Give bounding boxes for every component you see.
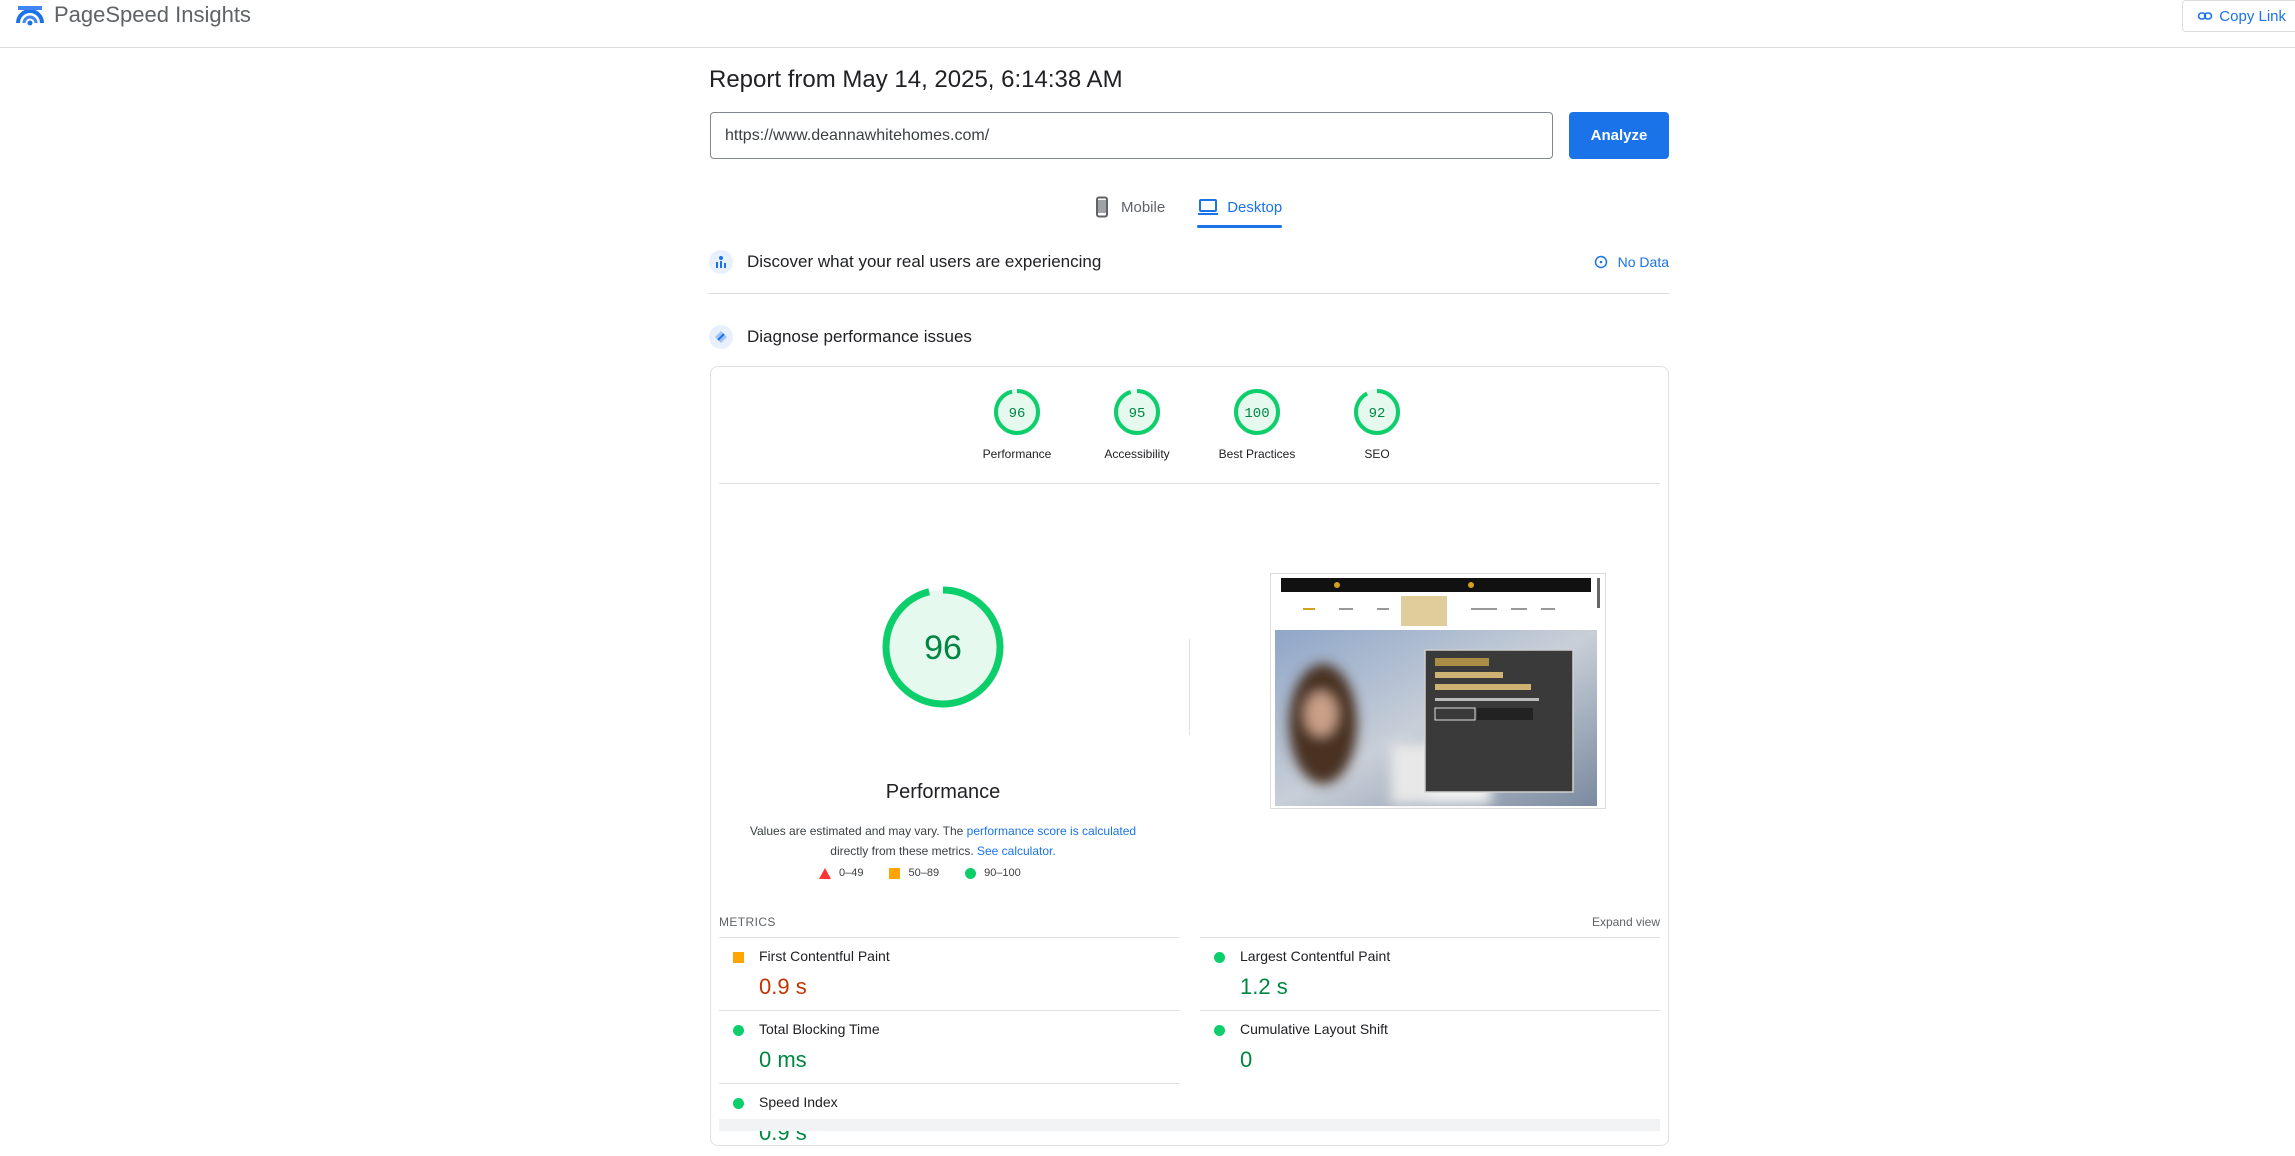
see-calculator-link[interactable]: See calculator. xyxy=(977,844,1056,858)
note-prefix: Values are estimated and may vary. The xyxy=(749,824,967,838)
metric-largest-contentful-paint[interactable]: Largest Contentful Paint 1.2 s xyxy=(1200,937,1660,1010)
metric-value: 0 xyxy=(1240,1047,1253,1072)
score-gauge-icon: 95 xyxy=(1114,389,1160,435)
tab-mobile-label: Mobile xyxy=(1121,198,1166,216)
performance-score-gauge-icon: 96 xyxy=(882,586,1004,708)
pass-circle-icon xyxy=(1214,952,1225,963)
gauge-best-practices[interactable]: 100 Best Practices xyxy=(1209,387,1305,461)
performance-label: Performance xyxy=(885,781,1001,803)
pass-circle-icon xyxy=(733,1098,744,1109)
metric-value: 0 ms xyxy=(759,1047,807,1072)
vertical-separator xyxy=(1189,639,1190,735)
card-divider xyxy=(719,483,1660,484)
category-gauges: 96 Performance 95 Accessibility 100 Best… xyxy=(969,387,1425,461)
score-gauge-icon: 100 xyxy=(1234,389,1280,435)
gauge-performance[interactable]: 96 Performance xyxy=(969,387,1065,461)
url-input[interactable] xyxy=(710,112,1553,159)
gauge-score: 95 xyxy=(1129,406,1146,422)
copy-link-label: Copy Link xyxy=(2219,7,2286,25)
gauge-score: 100 xyxy=(1244,406,1269,422)
phone-icon xyxy=(1096,196,1108,218)
metric-cumulative-layout-shift[interactable]: Cumulative Layout Shift 0 xyxy=(1200,1010,1660,1083)
device-tabs: Mobile Desktop xyxy=(1091,190,1283,228)
lab-report-card: 96 Performance 95 Accessibility 100 Best… xyxy=(710,366,1669,1146)
legend-pass: 90–100 xyxy=(965,867,1021,879)
gauge-label: Performance xyxy=(982,447,1052,461)
performance-score: 96 xyxy=(924,629,962,667)
gauge-label: Accessibility xyxy=(1104,447,1170,461)
tab-mobile[interactable]: Mobile xyxy=(1091,190,1165,224)
legend-average-label: 50–89 xyxy=(908,867,940,879)
page-screenshot xyxy=(1270,573,1606,809)
diagnose-icon xyxy=(709,325,733,349)
metric-name: Largest Contentful Paint xyxy=(1240,948,1391,964)
metric-first-contentful-paint[interactable]: First Contentful Paint 0.9 s xyxy=(719,937,1179,1010)
gauge-label: Best Practices xyxy=(1218,447,1296,461)
circle-icon xyxy=(965,867,977,879)
score-legend: 0–49 50–89 90–100 xyxy=(819,867,1021,879)
metric-value: 1.2 s xyxy=(1240,974,1288,999)
top-bar: PageSpeed Insights Copy Link xyxy=(0,0,2295,48)
score-gauge-icon: 96 xyxy=(994,389,1040,435)
card-bottom-bar xyxy=(719,1119,1660,1131)
gauge-accessibility[interactable]: 95 Accessibility xyxy=(1089,387,1185,461)
score-calculated-link[interactable]: performance score is calculated xyxy=(967,824,1136,838)
legend-fail: 0–49 xyxy=(819,867,863,879)
average-square-icon xyxy=(733,952,744,963)
gauge-score: 92 xyxy=(1369,406,1386,422)
section-divider xyxy=(709,293,1669,294)
metrics-label: METRICS xyxy=(719,915,776,929)
legend-average: 50–89 xyxy=(889,867,939,879)
no-data-label: No Data xyxy=(1617,254,1669,270)
field-data-row[interactable]: Discover what your real users are experi… xyxy=(709,250,1669,274)
report-title: Report from May 14, 2025, 6:14:38 AM xyxy=(709,66,1123,93)
pass-circle-icon xyxy=(1214,1025,1225,1036)
link-icon xyxy=(2197,12,2213,20)
metrics-header: METRICS Expand view xyxy=(719,915,1660,929)
note-middle: directly from these metrics. xyxy=(830,844,977,858)
logo[interactable]: PageSpeed Insights xyxy=(16,2,251,28)
diagnose-row: Diagnose performance issues xyxy=(709,325,1669,349)
legend-pass-label: 90–100 xyxy=(984,867,1021,879)
app-title: PageSpeed Insights xyxy=(54,2,251,27)
square-icon xyxy=(889,867,901,879)
score-note: Values are estimated and may vary. The p… xyxy=(747,821,1139,861)
metric-name: Cumulative Layout Shift xyxy=(1240,1021,1388,1037)
tab-desktop[interactable]: Desktop xyxy=(1197,190,1283,228)
metric-name: Speed Index xyxy=(759,1094,838,1110)
pagespeed-logo-icon xyxy=(16,6,44,26)
gauge-seo[interactable]: 92 SEO xyxy=(1329,387,1425,461)
analyze-button[interactable]: Analyze xyxy=(1569,112,1669,159)
gauge-label: SEO xyxy=(1364,447,1390,461)
info-icon xyxy=(1594,255,1607,269)
laptop-icon xyxy=(1198,199,1219,215)
score-gauge-icon: 92 xyxy=(1354,389,1400,435)
metric-name: Total Blocking Time xyxy=(759,1021,880,1037)
legend-fail-label: 0–49 xyxy=(839,867,864,879)
gauge-score: 96 xyxy=(1009,406,1026,422)
triangle-icon xyxy=(819,867,831,879)
copy-link-button[interactable]: Copy Link xyxy=(2182,0,2295,32)
no-data-status[interactable]: No Data xyxy=(1594,254,1669,270)
diagnose-title: Diagnose performance issues xyxy=(747,327,972,346)
metric-name: First Contentful Paint xyxy=(759,948,890,964)
metric-total-blocking-time[interactable]: Total Blocking Time 0 ms xyxy=(719,1010,1179,1083)
website-thumbnail-image xyxy=(1271,574,1605,808)
tab-desktop-label: Desktop xyxy=(1227,198,1283,216)
metric-value: 0.9 s xyxy=(759,974,807,999)
pass-circle-icon xyxy=(733,1025,744,1036)
users-chart-icon xyxy=(709,250,733,274)
field-data-title: Discover what your real users are experi… xyxy=(747,252,1102,271)
expand-view-toggle[interactable]: Expand view xyxy=(1592,915,1660,929)
